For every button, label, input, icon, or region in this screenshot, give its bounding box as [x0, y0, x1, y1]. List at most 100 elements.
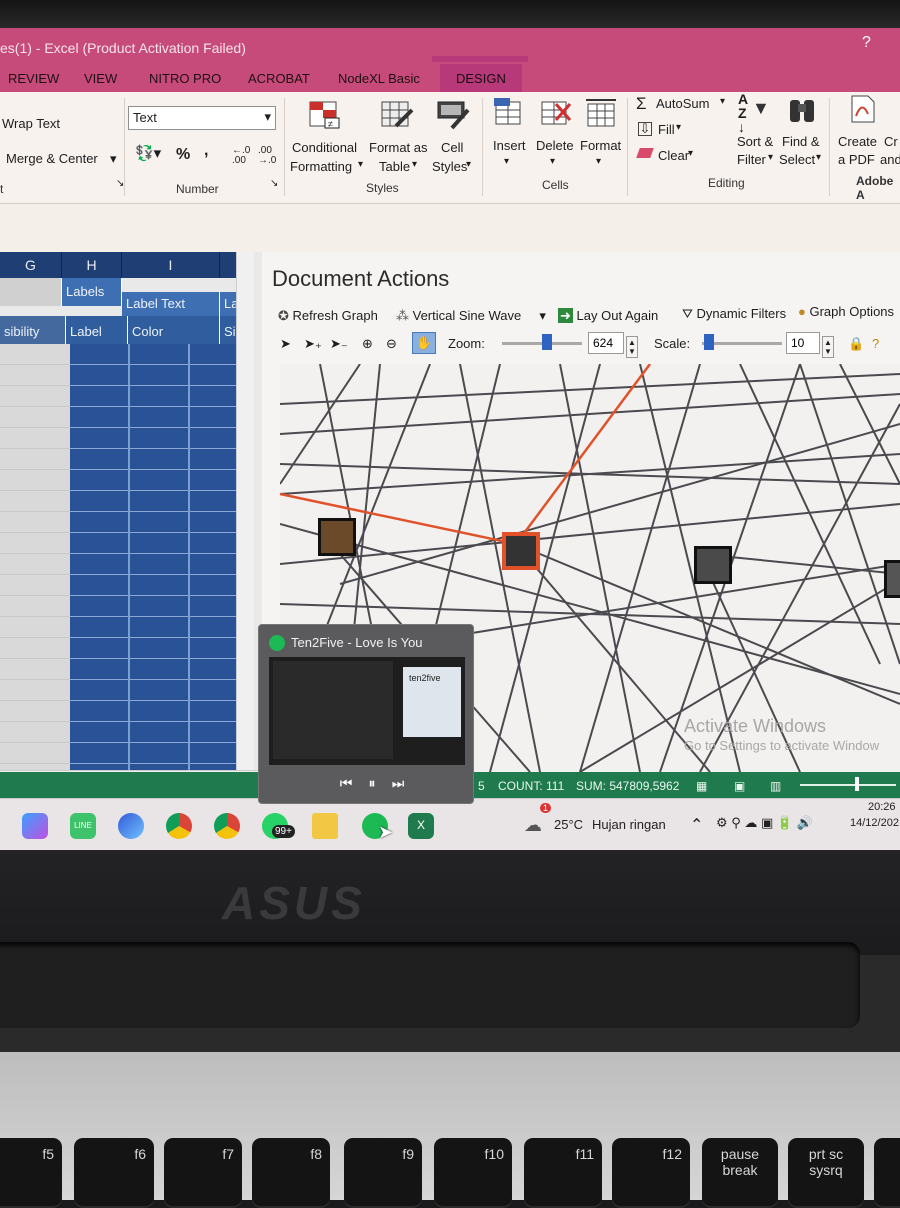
tab-nodexl-basic[interactable]: NodeXL Basic [338, 71, 420, 86]
page-layout-icon[interactable]: ▣ [734, 779, 745, 793]
chevron-down-icon[interactable]: ▾ [412, 159, 417, 170]
graph-node-vertex[interactable] [318, 518, 356, 556]
normal-view-icon[interactable]: ▦ [696, 779, 707, 793]
chevron-down-icon[interactable]: ▾ [720, 96, 725, 107]
conditional-formatting-label-2[interactable]: Formatting [290, 159, 352, 174]
chrome-icon[interactable] [166, 813, 192, 839]
autosum-icon[interactable]: Σ [636, 94, 647, 114]
weather-desc[interactable]: Hujan ringan [592, 817, 666, 832]
scale-value-input[interactable]: 10 [786, 332, 820, 354]
key-f11[interactable]: f11 [524, 1138, 602, 1208]
autosum-button[interactable]: AutoSum [656, 96, 709, 111]
number-format-select[interactable]: Text ▾ [128, 106, 276, 130]
previous-track-button[interactable]: ⏮ [333, 771, 359, 797]
tray-icons[interactable]: ⚙ ⚲ ☁ ▣ 🔋 🔊 [716, 815, 813, 831]
copilot-icon[interactable] [22, 813, 48, 839]
lay-out-again-button[interactable]: ➜ Lay Out Again [558, 308, 658, 324]
media-preview-popup[interactable]: Ten2Five - Love Is You ten2five ⏮ ⏸ ⏭ [258, 624, 474, 804]
add-select-icon[interactable]: ➤₊ [304, 336, 322, 352]
create-pdf-label-2[interactable]: a PDF [838, 152, 875, 167]
layout-select[interactable]: ⁂ Vertical Sine Wave ▾ [396, 308, 546, 324]
decrease-decimal-icon[interactable]: .00 →.0 [258, 146, 276, 166]
column-header-h[interactable]: H [62, 252, 122, 278]
wrap-text-button[interactable]: Wrap Text [2, 116, 60, 131]
lock-icon[interactable]: 🔒 [848, 336, 864, 352]
find-select-label-2[interactable]: Select [779, 152, 815, 167]
insert-button[interactable]: Insert [493, 138, 526, 153]
adobe-cr-label[interactable]: Cr [884, 134, 898, 149]
create-pdf-label-1[interactable]: Create [838, 134, 877, 149]
key-insert[interactable] [874, 1138, 900, 1208]
refresh-graph-button[interactable]: ✪ Refresh Graph [278, 308, 378, 324]
zoom-slider-thumb[interactable] [855, 777, 859, 791]
help-icon[interactable]: ? [872, 336, 879, 351]
vertical-scrollbar[interactable] [236, 252, 254, 772]
graph-node-vertex[interactable] [884, 560, 900, 598]
page-break-icon[interactable]: ▥ [770, 779, 781, 793]
pause-button[interactable]: ⏸ [359, 771, 385, 797]
graph-options-button[interactable]: ● Graph Options [798, 304, 894, 319]
zoom-in-icon[interactable]: ⊕ [362, 336, 373, 352]
zoom-slider[interactable] [800, 784, 896, 786]
dialog-launcher-icon[interactable]: ↘ [270, 178, 278, 189]
file-explorer-icon[interactable] [312, 813, 338, 839]
chevron-down-icon[interactable]: ▾ [550, 156, 555, 167]
blue-cells[interactable] [70, 344, 252, 774]
help-button[interactable]: ? [862, 34, 871, 52]
column-visibility[interactable]: sibility [0, 316, 66, 344]
key-f5[interactable]: f5 [0, 1138, 62, 1208]
zoom-spinner[interactable]: ▲ ▼ [626, 336, 638, 358]
chrome-profile-icon[interactable] [214, 813, 240, 839]
chevron-down-icon[interactable]: ▾ [688, 148, 693, 159]
delete-button[interactable]: Delete [536, 138, 574, 153]
chevron-down-icon[interactable]: ▾ [466, 159, 471, 170]
edge-browser-icon[interactable] [118, 813, 144, 839]
format-as-table-label-2[interactable]: Table [379, 159, 410, 174]
next-track-button[interactable]: ⏭ [385, 771, 411, 797]
chevron-down-icon[interactable]: ▾ [504, 156, 509, 167]
clock-date[interactable]: 14/12/202 [850, 817, 899, 829]
comma-style-button[interactable]: , [204, 142, 208, 160]
format-button[interactable]: Format [580, 138, 621, 153]
clear-button[interactable]: Clear [658, 148, 689, 163]
zoom-slider-thumb[interactable] [542, 334, 552, 350]
fill-button[interactable]: Fill [658, 122, 675, 137]
tab-review[interactable]: REVIEW [8, 71, 59, 86]
spreadsheet-grid[interactable]: G H I Labels Label Text La sibility Labe… [0, 252, 262, 790]
remove-select-icon[interactable]: ➤₋ [330, 336, 348, 352]
key-f12[interactable]: f12 [612, 1138, 690, 1208]
scale-spinner[interactable]: ▲ ▼ [822, 336, 834, 358]
line-app-icon[interactable]: LINE [70, 813, 96, 839]
gray-cells[interactable] [0, 344, 80, 774]
chevron-down-icon[interactable]: ▾ [768, 152, 773, 163]
chevron-down-icon[interactable]: ▾ [676, 122, 681, 133]
key-f7[interactable]: f7 [164, 1138, 242, 1208]
tab-nitro-pro[interactable]: NITRO PRO [149, 71, 221, 86]
chevron-down-icon[interactable]: ▾ [596, 156, 601, 167]
excel-taskbar-icon[interactable]: X [408, 813, 434, 839]
increase-decimal-icon[interactable]: ←.0.00 [232, 146, 250, 166]
fill-icon[interactable]: ⇩ [638, 122, 652, 136]
graph-node-selected[interactable] [502, 532, 540, 570]
dynamic-filters-button[interactable]: ⛛ Dynamic Filters [682, 306, 786, 322]
tab-design[interactable]: DESIGN [440, 64, 522, 92]
column-label[interactable]: Label [66, 316, 128, 344]
tab-view[interactable]: VIEW [84, 71, 117, 86]
key-f6[interactable]: f6 [74, 1138, 154, 1208]
column-color[interactable]: Color [128, 316, 220, 344]
percent-style-button[interactable]: % [176, 146, 190, 164]
weather-icon[interactable]: ☁ [524, 815, 542, 836]
header-cell-blank[interactable] [0, 278, 62, 306]
column-header-g[interactable]: G [0, 252, 62, 278]
header-labels[interactable]: Labels [62, 278, 122, 306]
spotify-window-thumbnail[interactable]: ten2five [269, 657, 465, 765]
pan-hand-icon[interactable]: ✋ [412, 332, 437, 354]
tab-acrobat[interactable]: ACROBAT [248, 71, 310, 86]
chevron-down-icon[interactable]: ▾ [110, 151, 117, 167]
key-f8[interactable]: f8 [252, 1138, 330, 1208]
cell-styles-label-2[interactable]: Styles [432, 159, 467, 174]
clock-time[interactable]: 20:26 [868, 801, 896, 813]
eraser-icon[interactable] [636, 148, 654, 158]
weather-temp[interactable]: 25°C [554, 817, 583, 832]
select-pointer-icon[interactable]: ➤ [280, 336, 291, 352]
